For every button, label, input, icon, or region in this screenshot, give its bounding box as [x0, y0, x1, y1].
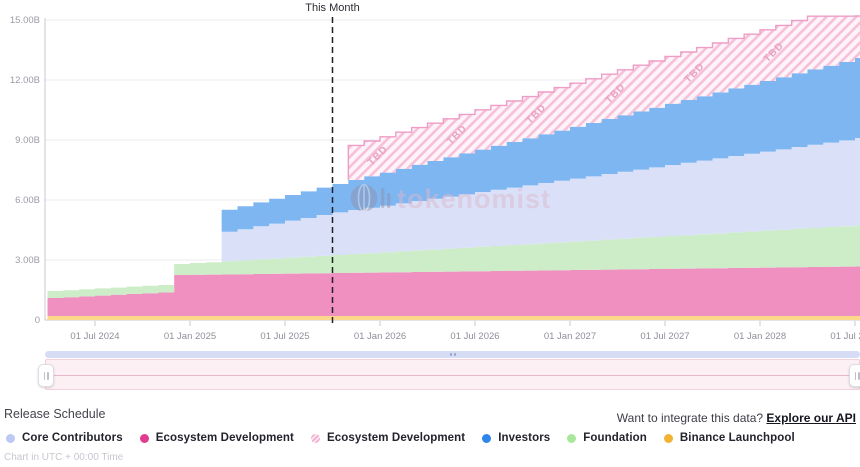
timezone-note: Chart in UTC + 00:00 Time — [4, 452, 124, 463]
legend-item-core-contributors[interactable]: Core Contributors — [6, 432, 123, 444]
legend-item-binance-launchpool[interactable]: Binance Launchpool — [663, 432, 795, 444]
legend-label: Ecosystem Development — [155, 432, 294, 444]
watermark-brand-text: tokenomist — [397, 184, 551, 214]
release-schedule-chart[interactable]: 0 3.00B 6.00B 9.00B 12.00B 15.00B TBD TBD TBD TBD… — [0, 0, 860, 345]
area-binance-launchpool — [47, 316, 860, 320]
legend-label: Investors — [498, 432, 551, 444]
navigator-right-handle[interactable] — [849, 364, 860, 387]
x-axis-tick-label: 01 Jan 2025 — [164, 331, 216, 342]
x-axis-tick-label: 01 Jan 2026 — [354, 331, 406, 342]
chart-legend: Core Contributors Ecosystem Development Ec… — [6, 432, 795, 444]
tokenomist-release-schedule-page: { "header": { "this_month_label": "This … — [0, 0, 860, 467]
x-axis-tick-label: 01 Jul 2027 — [640, 331, 689, 342]
section-title: Release Schedule — [4, 407, 106, 421]
legend-label: Core Contributors — [22, 432, 123, 444]
y-axis-tick-label: 9.00B — [15, 135, 40, 146]
api-callout: Want to integrate this data? Explore our… — [617, 411, 856, 425]
chart-zoom-scrollbar[interactable] — [45, 351, 860, 358]
x-axis-tick-label: 01 Jul 2025 — [260, 331, 309, 342]
legend-item-ecosystem-development[interactable]: Ecosystem Development — [310, 432, 466, 444]
x-axis-tick-label: 01 Jan 2027 — [544, 331, 596, 342]
legend-item-ecosystem-development[interactable]: Ecosystem Development — [139, 432, 294, 444]
drag-handle-icon — [854, 371, 860, 380]
chart-range-navigator[interactable] — [45, 359, 860, 390]
y-axis-tick-label: 15.00B — [10, 15, 40, 26]
x-axis-tick-label: 01 Jul 2026 — [450, 331, 499, 342]
legend-label: Ecosystem Development — [326, 432, 466, 444]
x-axis-tick-label: 01 Jul 2024 — [70, 331, 119, 342]
x-axis-tick-label: 01 Jan 2028 — [734, 331, 786, 342]
drag-handle-icon — [43, 371, 49, 380]
api-prompt-text: Want to integrate this data? — [616, 411, 764, 425]
legend-item-investors[interactable]: Investors — [482, 432, 550, 444]
legend-label: Binance Launchpool — [679, 432, 795, 444]
series-dot-icon — [482, 433, 492, 443]
y-axis-tick-label: 6.00B — [15, 195, 40, 206]
series-dot-icon — [663, 433, 673, 443]
series-dot-icon — [139, 433, 149, 443]
hatched-series-dot-icon — [310, 433, 320, 443]
y-axis-tick-label: 3.00B — [15, 255, 40, 266]
stacked-area-chart-canvas[interactable]: 03.00B6.00B9.00B12.00B15.00BTBDTBDTBDTBD… — [0, 0, 860, 345]
navigator-midline — [46, 374, 859, 376]
y-axis-tick-label: 12.00B — [10, 75, 40, 86]
series-dot-icon — [567, 433, 577, 443]
series-dot-icon — [6, 433, 15, 443]
navigator-left-handle[interactable] — [38, 364, 54, 387]
legend-label: Foundation — [583, 432, 647, 444]
y-axis-tick-label: 0 — [35, 315, 40, 326]
grip-dots-icon — [449, 353, 456, 356]
legend-item-foundation[interactable]: Foundation — [567, 432, 647, 444]
explore-api-link[interactable]: Explore our API — [766, 411, 856, 425]
this-month-label: This Month — [305, 2, 359, 14]
x-axis-tick-label: 01 Jul 2028 — [830, 331, 860, 342]
